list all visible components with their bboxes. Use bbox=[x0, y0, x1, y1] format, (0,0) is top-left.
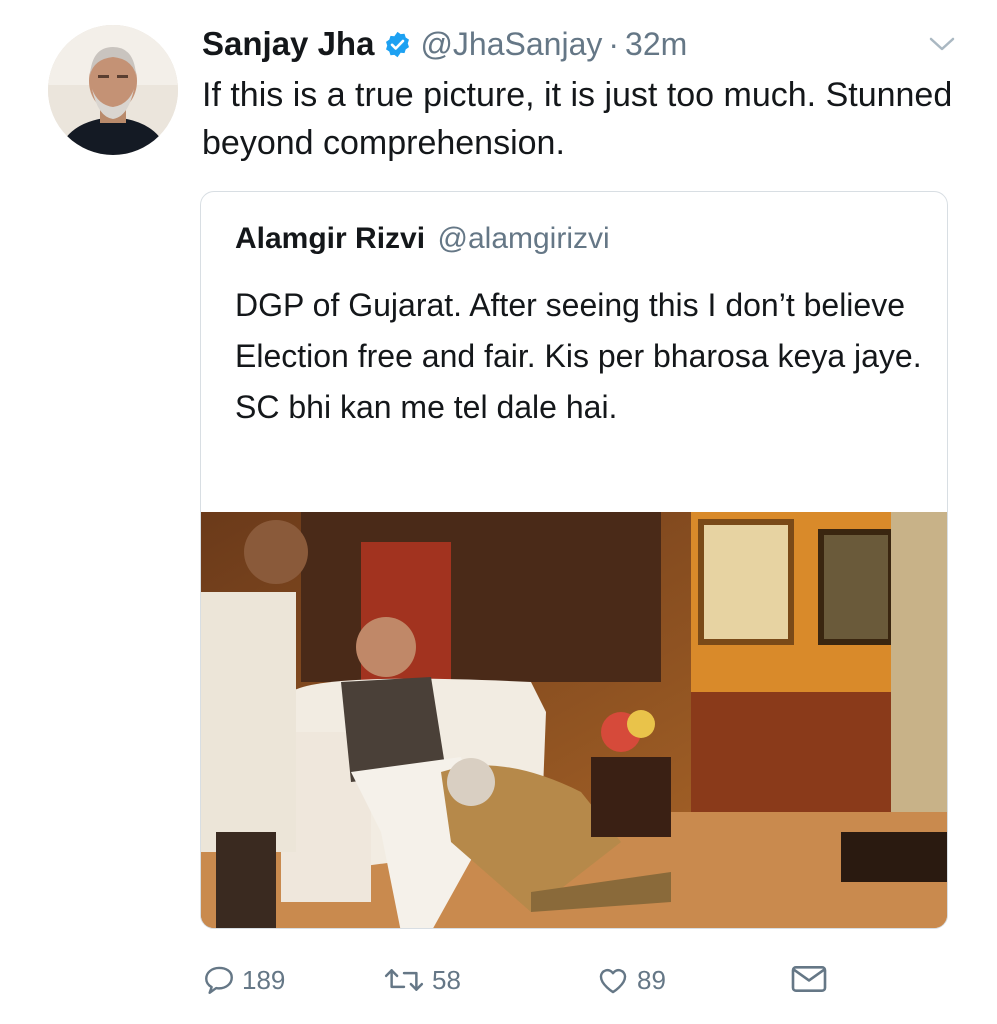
retweet-count: 58 bbox=[432, 964, 461, 995]
quoted-tweet-header: Alamgir Rizvi @alamgirizvi bbox=[235, 222, 610, 256]
tweet-actions: 189 58 89 bbox=[200, 955, 840, 1015]
chevron-down-icon[interactable] bbox=[927, 34, 957, 54]
tweet-text: If this is a true picture, it is just to… bbox=[202, 76, 953, 162]
reply-icon bbox=[205, 966, 233, 994]
retweet-icon bbox=[384, 969, 424, 991]
like-count: 89 bbox=[637, 964, 666, 995]
envelope-icon bbox=[791, 966, 827, 992]
reply-count: 189 bbox=[242, 964, 286, 995]
verified-badge-icon bbox=[383, 30, 412, 59]
quoted-tweet-photo[interactable] bbox=[201, 512, 948, 929]
like-button[interactable]: 89 bbox=[595, 963, 666, 997]
retweet-button[interactable]: 58 bbox=[382, 963, 461, 997]
tweet-timestamp[interactable]: 32m bbox=[625, 26, 687, 63]
heart-icon bbox=[599, 968, 627, 994]
author-avatar[interactable] bbox=[48, 25, 178, 155]
author-name[interactable]: Sanjay Jha bbox=[202, 25, 374, 63]
avatar-photo bbox=[48, 25, 178, 155]
quoted-author-name: Alamgir Rizvi bbox=[235, 222, 426, 255]
quoted-author-handle: @alamgirizvi bbox=[437, 222, 610, 255]
separator-dot: · bbox=[608, 25, 620, 62]
direct-message-button[interactable] bbox=[790, 963, 828, 995]
author-handle[interactable]: @JhaSanjay bbox=[420, 26, 602, 63]
quoted-tweet-text: DGP of Gujarat. After seeing this I don’… bbox=[235, 287, 922, 425]
quoted-tweet-card[interactable]: Alamgir Rizvi @alamgirizvi DGP of Gujara… bbox=[200, 191, 948, 929]
reply-button[interactable]: 189 bbox=[202, 963, 285, 997]
tweet-header: Sanjay Jha @JhaSanjay · 32m bbox=[202, 22, 977, 66]
